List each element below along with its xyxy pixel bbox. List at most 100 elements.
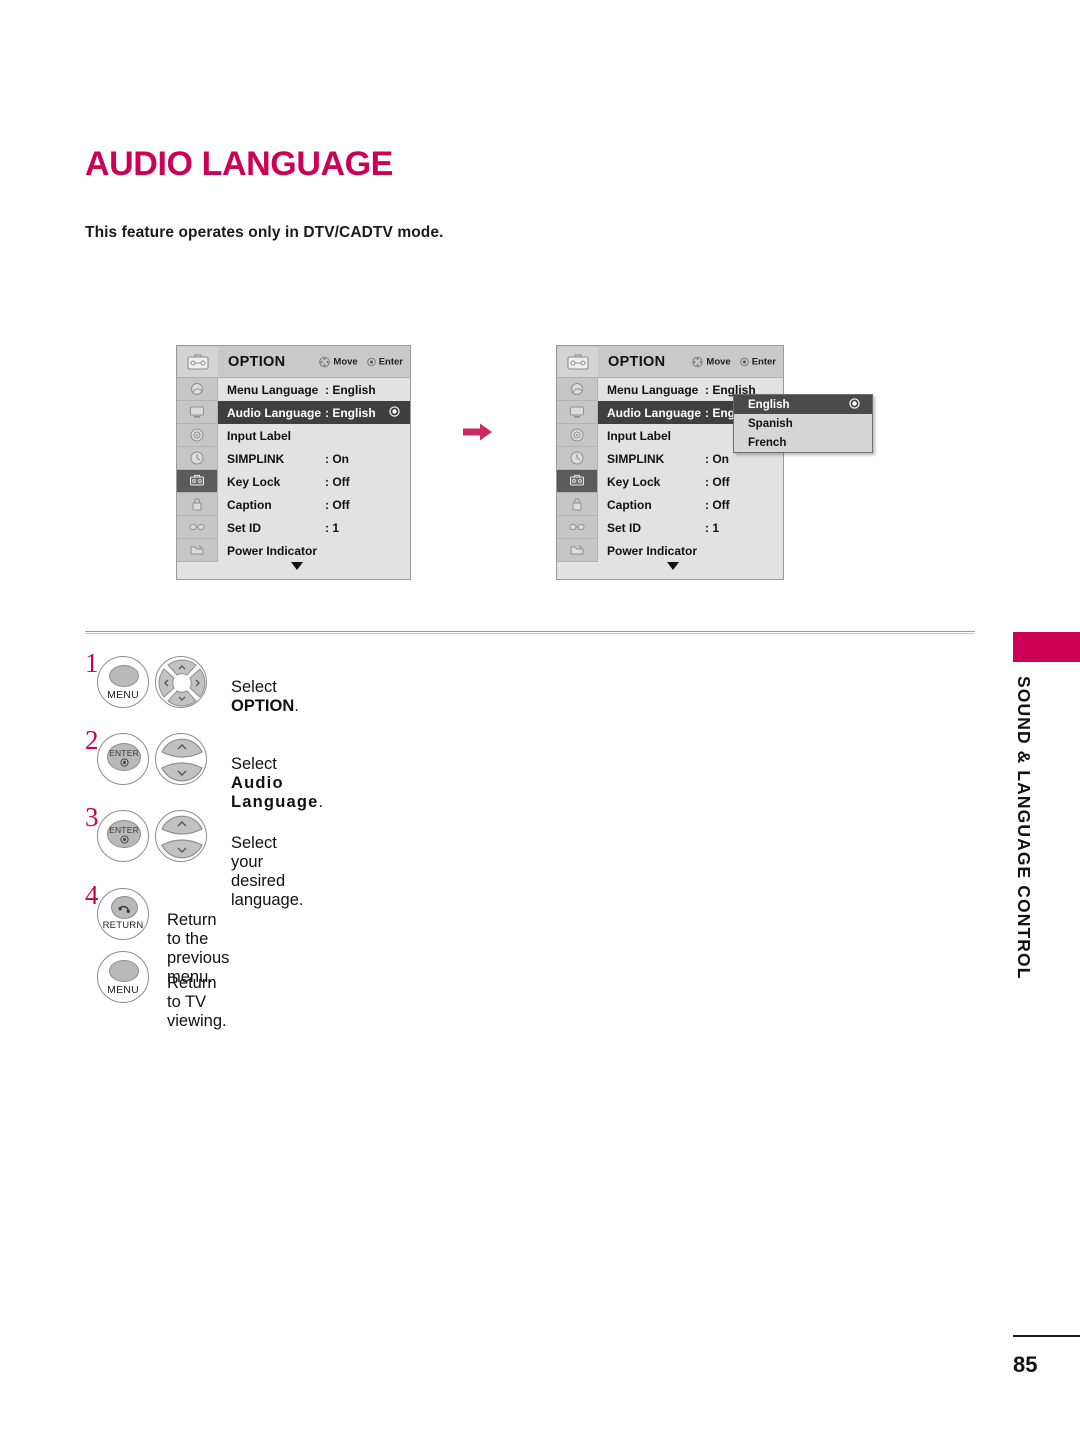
dropdown-item[interactable]: Spanish [734,414,872,433]
osd-row-label: Audio Language [607,405,701,420]
osd-sidebar-display-icon[interactable] [557,401,597,424]
osd-row[interactable]: Caption: Off [218,493,410,516]
button-cap[interactable] [109,960,139,982]
osd-row-value: : English [325,405,376,420]
osd-row[interactable]: Power Indicator [218,539,410,562]
osd-row-label: Set ID [607,520,642,535]
osd-row-value: : English [325,382,376,397]
audio-icon [190,428,204,442]
step-instruction: Select OPTION. [231,678,299,715]
osd-row-label: Key Lock [227,474,281,489]
osd-header: OPTION Move Enter [177,346,410,378]
osd-sidebar-audio-icon[interactable] [177,424,217,447]
osd-row[interactable]: Caption: Off [598,493,783,516]
osd-row[interactable]: SIMPLINK : On [218,447,410,470]
osd-icon-column [557,378,598,562]
button-label: MENU [107,984,139,996]
dropdown-item[interactable]: English [734,395,872,414]
osd-sidebar-picture-icon[interactable] [177,378,217,401]
osd-row-value: : On [705,451,729,466]
remote-button-frame[interactable] [155,810,207,862]
osd-row-label: Key Lock [607,474,661,489]
button-cap[interactable] [109,665,139,687]
enter-circle-icon [367,357,376,366]
osd-row-value: : On [325,451,349,466]
osd-row-list: Menu Language : English Audio Language : En… [218,378,410,562]
osd-title: OPTION [608,353,666,370]
hint-enter-label: Enter [378,356,403,367]
osd-row-label: Menu Language [227,382,319,397]
osd-sidebar-input-icon[interactable] [557,516,597,539]
page-subtitle: This feature operates only in DTV/CADTV … [85,224,444,241]
dropdown-item-label: English [748,398,790,411]
osd-row-label: SIMPLINK [227,451,285,466]
osd-row[interactable]: Input Label [218,424,410,447]
osd-sidebar-time-icon[interactable] [177,447,217,470]
osd-row-label: Input Label [607,428,671,443]
osd-row-label: Power Indicator [227,543,318,558]
remote-button-frame[interactable]: RETURN [97,888,149,940]
osd-sidebar-input-icon[interactable] [177,516,217,539]
remote-button-frame[interactable]: ENTER [97,733,149,785]
osd-row-label: Caption [607,497,652,512]
osd-row[interactable]: Audio Language : English [218,401,410,424]
hint-enter: Enter [740,356,776,367]
time-icon [570,451,584,465]
remote-button-frame[interactable] [155,733,207,785]
osd-body: Menu Language : English Audio Language : En… [177,378,410,562]
up-down-arrows-icon [161,815,203,859]
option-icon-large [178,346,218,377]
osd-row-value: : Off [705,474,730,489]
osd-row[interactable]: Set ID: 1 [598,516,783,539]
osd-sidebar-option-icon[interactable] [557,470,597,493]
dropdown-selected-dot [849,397,860,412]
lock-icon [572,498,582,511]
footer-divider [1013,1335,1080,1337]
step-number: 4 [85,880,99,910]
button-cap[interactable] [111,896,138,919]
selected-dot-icon [389,405,400,417]
osd-sidebar-picture-icon[interactable] [557,378,597,401]
section-divider [85,631,975,632]
remote-button-frame[interactable]: MENU [97,656,149,708]
osd-sidebar-audio-icon[interactable] [557,424,597,447]
remote-button-frame[interactable]: ENTER [97,810,149,862]
hint-enter: Enter [367,356,403,367]
osd-row-label: Set ID [227,520,262,535]
osd-row[interactable]: Menu Language : English [218,378,410,401]
step-instruction: Return to TV viewing. [167,974,227,1030]
osd-header: OPTION Move Enter [557,346,783,378]
audio-language-dropdown[interactable]: English Spanish French [733,394,873,453]
button-cap[interactable]: ENTER [107,743,141,771]
osd-row[interactable]: Key Lock : Off [598,470,783,493]
osd-sidebar-usb-icon[interactable] [557,539,597,562]
down-triangle-icon [290,562,303,570]
osd-row-value: : Off [325,474,350,489]
osd-sidebar-lock-icon[interactable] [557,493,597,516]
input-icon [189,524,205,530]
osd-row[interactable]: Power Indicator [598,539,783,562]
osd-hints: Move Enter [692,356,776,367]
osd-sidebar-time-icon[interactable] [557,447,597,470]
osd-sidebar-lock-icon[interactable] [177,493,217,516]
dpad-move-icon [319,356,331,367]
osd-row-label: Audio Language [227,405,321,420]
hint-move-label: Move [333,356,358,367]
osd-row[interactable]: Key Lock : Off [218,470,410,493]
option-icon [190,474,204,486]
osd-sidebar-display-icon[interactable] [177,401,217,424]
osd-row[interactable]: Set ID: 1 [218,516,410,539]
dropdown-item-label: Spanish [748,417,793,430]
remote-button-frame[interactable]: MENU [97,951,149,1003]
dpad-move-icon [692,356,704,367]
osd-sidebar-option-icon[interactable] [177,470,217,493]
return-arrow-icon [118,905,130,913]
osd-row-label: Power Indicator [607,543,698,558]
osd-row-label: Input Label [227,428,291,443]
selected-dot-icon [849,397,860,409]
dropdown-item[interactable]: French [734,433,872,452]
remote-button-frame[interactable] [155,656,207,708]
button-cap[interactable]: ENTER [107,820,141,848]
osd-sidebar-usb-icon[interactable] [177,539,217,562]
osd-title: OPTION [228,353,286,370]
